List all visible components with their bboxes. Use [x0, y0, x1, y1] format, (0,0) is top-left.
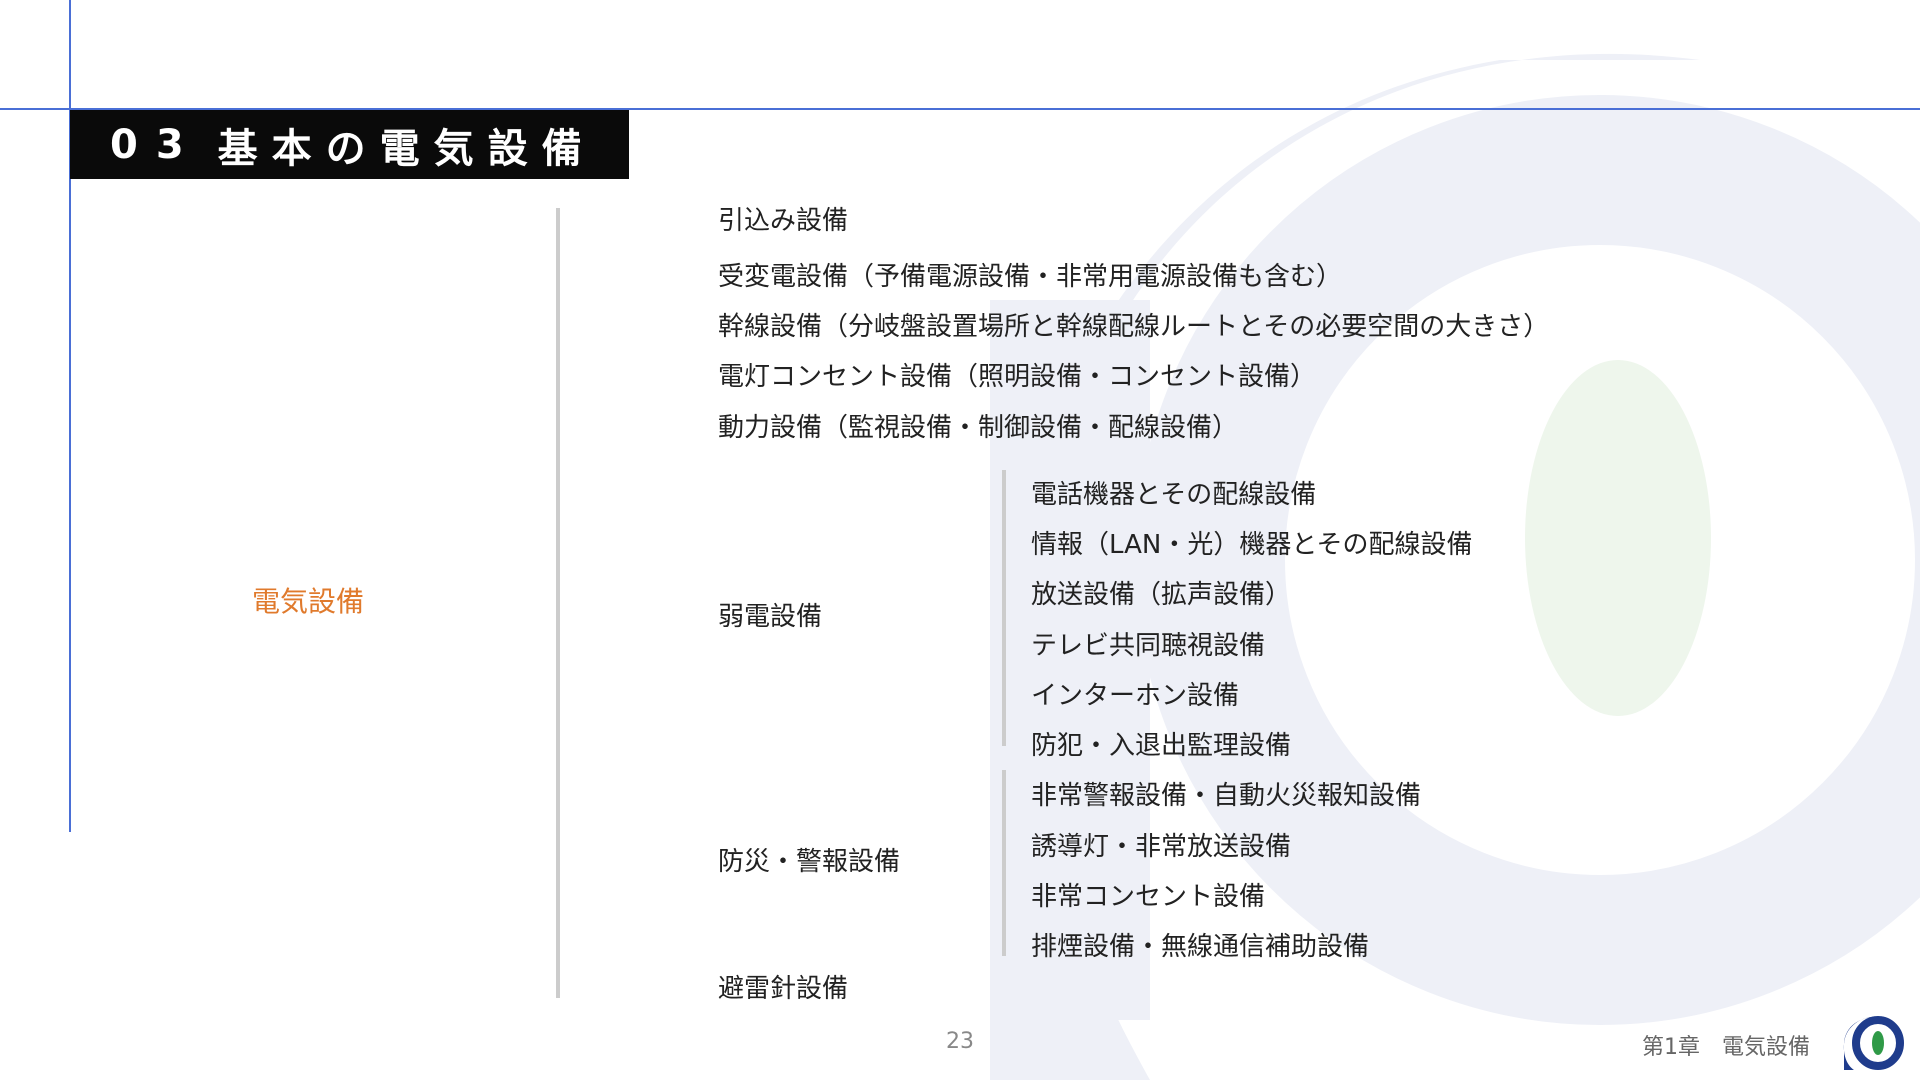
- sub-item-telephone: 電話機器とその配線設備: [1031, 480, 1317, 510]
- section-title: 基本の電気設備: [217, 125, 596, 172]
- company-logo-icon: [1843, 1016, 1904, 1070]
- sub-item-information: 情報（LAN・光）機器とその配線設備: [1031, 530, 1473, 560]
- sub-item-emergency-outlet: 非常コンセント設備: [1031, 882, 1266, 912]
- sub-item-security: 防犯・入退出監理設備: [1031, 731, 1292, 761]
- section-number: 03: [110, 121, 202, 168]
- list-item-lighting-outlet: 電灯コンセント設備（照明設備・コンセント設備）: [718, 362, 1317, 392]
- sub-item-smoke-exhaust: 排煙設備・無線通信補助設備: [1031, 932, 1370, 962]
- footer-chapter-label: 第1章 電気設備: [1642, 1035, 1810, 1060]
- sub-item-broadcast: 放送設備（拡声設備）: [1031, 580, 1292, 610]
- disaster-prevention-divider-bar: [1002, 770, 1006, 956]
- list-item-trunk-line: 幹線設備（分岐盤設置場所と幹線配線ルートとその必要空間の大きさ）: [718, 312, 1550, 342]
- group-label-weak-current: 弱電設備: [718, 602, 823, 632]
- sub-item-tv-reception: テレビ共同聴視設備: [1031, 631, 1266, 661]
- group-label-disaster-prevention: 防災・警報設備: [718, 847, 901, 877]
- sub-item-guide-light: 誘導灯・非常放送設備: [1031, 832, 1292, 862]
- list-item-service-entrance: 引込み設備: [718, 206, 849, 236]
- sub-item-intercom: インターホン設備: [1031, 681, 1240, 711]
- list-item-lightning-rod: 避雷針設備: [718, 974, 849, 1004]
- page-number: 23: [946, 1029, 974, 1054]
- section-title-bar: 03 基本の電気設備: [70, 110, 629, 179]
- sub-item-fire-alarm: 非常警報設備・自動火災報知設備: [1031, 781, 1422, 811]
- weak-current-divider-bar: [1002, 470, 1006, 746]
- main-divider-bar: [556, 208, 560, 998]
- main-category-label: 電気設備: [252, 585, 365, 618]
- list-item-substation: 受変電設備（予備電源設備・非常用電源設備も含む）: [718, 262, 1343, 292]
- list-item-power: 動力設備（監視設備・制御設備・配線設備）: [718, 413, 1239, 443]
